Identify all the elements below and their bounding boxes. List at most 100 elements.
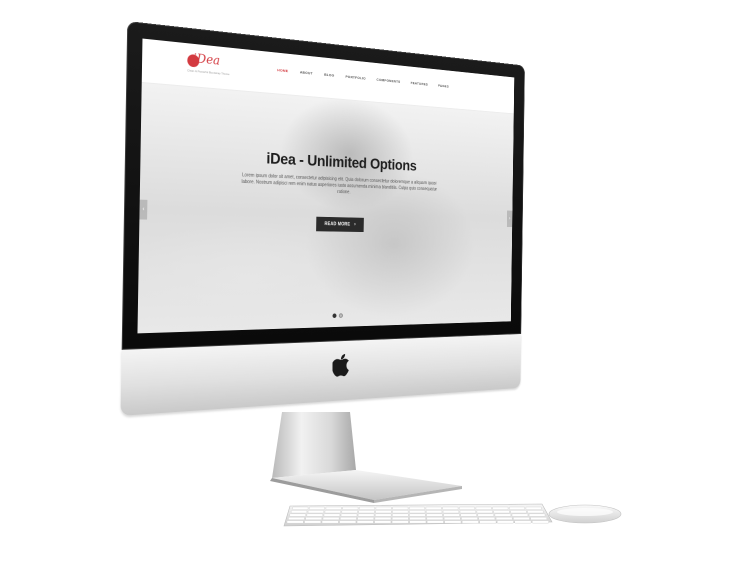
keyboard-key bbox=[443, 516, 461, 520]
nav-item-home[interactable]: HOME bbox=[277, 67, 288, 73]
keyboard-key bbox=[374, 516, 392, 520]
keyboard-key bbox=[459, 506, 475, 510]
keyboard-key bbox=[443, 513, 460, 517]
keyboard-key bbox=[357, 513, 375, 517]
keyboard-key bbox=[444, 520, 462, 524]
website-screen: iDea Clean & Powerful Bootstrap Theme HO… bbox=[137, 38, 515, 334]
keyboard-key bbox=[409, 520, 427, 524]
slider-pager bbox=[332, 313, 343, 319]
keyboard-key bbox=[459, 510, 476, 514]
keyboard-key bbox=[514, 520, 532, 524]
keyboard-key bbox=[323, 513, 341, 517]
keyboard-key bbox=[475, 506, 492, 510]
chevron-right-icon: › bbox=[354, 222, 356, 228]
keyboard-key bbox=[409, 510, 426, 514]
keyboard-key bbox=[342, 506, 359, 510]
keyboard-key bbox=[509, 506, 525, 510]
imac-monitor: iDea Clean & Powerful Bootstrap Theme HO… bbox=[118, 20, 628, 430]
keyboard-key bbox=[476, 510, 493, 514]
screen-bezel: iDea Clean & Powerful Bootstrap Theme HO… bbox=[121, 21, 525, 350]
keyboard-key bbox=[325, 506, 342, 510]
keyboard-key bbox=[375, 513, 392, 517]
mockup-stage: iDea Clean & Powerful Bootstrap Theme HO… bbox=[0, 0, 750, 563]
nav-item-pages[interactable]: PAGES bbox=[438, 83, 449, 88]
keyboard-key bbox=[460, 513, 477, 517]
keyboard-key bbox=[321, 520, 339, 524]
keyboard-key bbox=[461, 516, 478, 520]
nav-item-features[interactable]: FEATURES bbox=[411, 80, 428, 86]
keyboard-key bbox=[305, 516, 323, 520]
pager-dot[interactable] bbox=[338, 313, 343, 318]
monitor-body: iDea Clean & Powerful Bootstrap Theme HO… bbox=[120, 21, 525, 418]
keyboard-key bbox=[392, 516, 409, 520]
keyboard-key bbox=[495, 516, 513, 520]
keyboard-key bbox=[478, 516, 496, 520]
slider-next-arrow-icon[interactable]: › bbox=[506, 210, 513, 228]
keyboard-key bbox=[530, 516, 548, 520]
keyboard-key bbox=[409, 516, 426, 520]
keyboard-key bbox=[426, 520, 444, 524]
keyboard-key bbox=[511, 513, 529, 517]
mouse bbox=[548, 504, 622, 524]
keyboard-key bbox=[375, 506, 392, 510]
keyboard-key bbox=[479, 520, 497, 524]
keyboard bbox=[283, 503, 553, 527]
keyboard-key bbox=[304, 520, 322, 524]
site-logo[interactable]: iDea Clean & Powerful Bootstrap Theme bbox=[187, 51, 267, 83]
slider-prev-arrow-icon[interactable]: ‹ bbox=[139, 199, 148, 220]
keyboard-key bbox=[324, 510, 341, 514]
logo-tagline: Clean & Powerful Bootstrap Theme bbox=[187, 68, 230, 77]
keyboard-key bbox=[425, 506, 442, 510]
keyboard-key bbox=[289, 513, 306, 517]
keyboard-key bbox=[358, 510, 375, 514]
keyboard-key bbox=[477, 513, 494, 517]
nav-item-blog[interactable]: BLOG bbox=[324, 72, 334, 77]
keyboard-key bbox=[356, 520, 374, 524]
keyboard-key bbox=[357, 516, 374, 520]
nav-item-components[interactable]: COMPONENTS bbox=[376, 77, 400, 84]
keyboard-key bbox=[374, 520, 392, 524]
keyboard-key bbox=[359, 506, 375, 510]
keyboard-key bbox=[339, 520, 357, 524]
keyboard-key bbox=[510, 510, 527, 514]
keyboard-key bbox=[309, 506, 325, 510]
keyboard-key bbox=[426, 513, 443, 517]
keyboard-key bbox=[409, 513, 426, 517]
hero-slider: ‹ › iDea - Unlimited Options Lorem ipsum… bbox=[137, 82, 514, 334]
keyboard-key bbox=[340, 513, 358, 517]
keyboard-key bbox=[409, 506, 425, 510]
keyboard-key bbox=[375, 510, 392, 514]
keyboard-key bbox=[340, 516, 357, 520]
keyboard-key bbox=[527, 510, 544, 514]
keyboard-key bbox=[392, 513, 409, 517]
keyboard-key bbox=[307, 510, 324, 514]
read-more-label: READ MORE bbox=[324, 221, 351, 228]
apple-logo-icon bbox=[332, 353, 350, 377]
keyboard-key bbox=[341, 510, 358, 514]
keyboard-key bbox=[426, 516, 444, 520]
nav-item-portfolio[interactable]: PORTFOLIO bbox=[345, 74, 365, 80]
keyboard-key bbox=[292, 506, 309, 510]
logo-text: iDea bbox=[192, 51, 221, 69]
keyboard-key bbox=[288, 516, 305, 520]
keyboard-key bbox=[513, 516, 530, 520]
keyboard-key bbox=[306, 513, 323, 517]
keyboard-key bbox=[494, 513, 512, 517]
keyboard-key bbox=[528, 513, 546, 517]
hero-title: iDea - Unlimited Options bbox=[266, 149, 417, 175]
pager-dot[interactable] bbox=[332, 313, 337, 319]
keyboard-key bbox=[290, 510, 308, 514]
main-nav: HOME ABOUT BLOG PORTFOLIO COMPONENTS FEA… bbox=[277, 67, 449, 88]
keyboard-key bbox=[493, 510, 510, 514]
read-more-button[interactable]: READ MORE › bbox=[316, 216, 364, 233]
keyboard-key bbox=[392, 506, 409, 510]
keyboard-key bbox=[442, 506, 459, 510]
keyboard-key bbox=[492, 506, 509, 510]
keyboard-key bbox=[497, 520, 514, 524]
keyboard-key bbox=[391, 520, 409, 524]
keyboard-key bbox=[525, 506, 542, 510]
keyboard-key bbox=[426, 510, 443, 514]
keyboard-key bbox=[286, 520, 304, 524]
nav-item-about[interactable]: ABOUT bbox=[300, 70, 313, 76]
keyboard-key bbox=[322, 516, 340, 520]
